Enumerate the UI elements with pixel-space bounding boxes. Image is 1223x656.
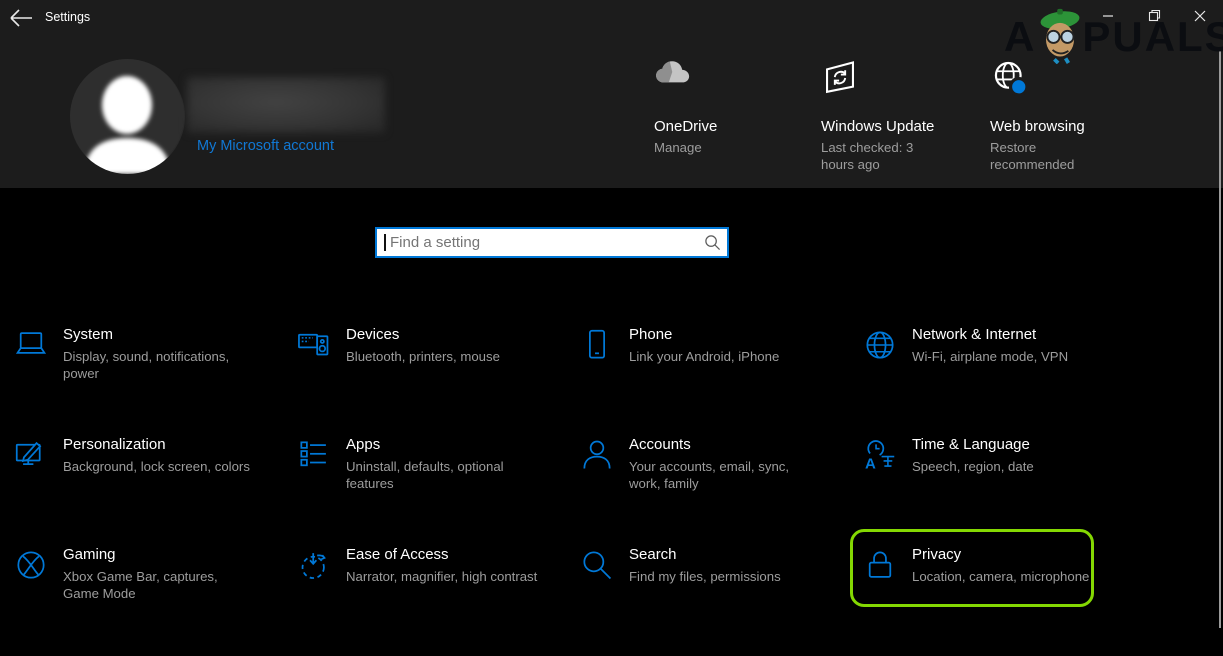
devices-icon [295, 326, 333, 364]
tile-title: Time & Language [912, 436, 1034, 454]
tile-personalization[interactable]: Personalization Background, lock screen,… [10, 436, 293, 546]
tile-title: Gaming [63, 546, 257, 564]
tile-subtitle: Link your Android, iPhone [629, 348, 779, 365]
user-avatar[interactable] [70, 59, 185, 174]
quick-item-web-browsing[interactable]: Web browsing Restore recommended [990, 58, 1150, 173]
onedrive-cloud-icon [654, 58, 814, 116]
search-input[interactable] [375, 227, 729, 258]
tile-subtitle: Background, lock screen, colors [63, 458, 250, 475]
tile-devices[interactable]: Devices Bluetooth, printers, mouse [293, 326, 576, 436]
quick-item-subtitle[interactable]: Manage [654, 140, 756, 157]
close-icon [1194, 10, 1206, 22]
accounts-person-icon [578, 436, 616, 474]
tile-system[interactable]: System Display, sound, notifications, po… [10, 326, 293, 436]
time-language-icon: A [861, 436, 899, 474]
tile-subtitle: Location, camera, microphone [912, 568, 1089, 585]
tile-subtitle: Find my files, permissions [629, 568, 781, 585]
xbox-icon [12, 546, 50, 584]
ease-of-access-icon [295, 546, 333, 584]
quick-item-title: Windows Update [821, 118, 981, 135]
minimize-button[interactable] [1085, 0, 1131, 31]
close-button[interactable] [1177, 0, 1223, 31]
tile-title: Network & Internet [912, 326, 1068, 344]
microsoft-account-link[interactable]: My Microsoft account [197, 138, 334, 154]
tile-phone[interactable]: Phone Link your Android, iPhone [576, 326, 859, 436]
tile-subtitle: Narrator, magnifier, high contrast [346, 568, 537, 585]
quick-item-windows-update[interactable]: Windows Update Last checked: 3 hours ago [821, 58, 981, 173]
tile-apps[interactable]: Apps Uninstall, defaults, optional featu… [293, 436, 576, 546]
quick-item-subtitle[interactable]: Last checked: 3 hours ago [821, 140, 923, 173]
quick-item-title: Web browsing [990, 118, 1150, 135]
tile-title: Apps [346, 436, 540, 454]
tile-title: Accounts [629, 436, 823, 454]
back-button[interactable] [8, 7, 38, 29]
back-arrow-icon [8, 7, 38, 29]
tile-subtitle: Bluetooth, printers, mouse [346, 348, 500, 365]
tile-privacy[interactable]: Privacy Location, camera, microphone [859, 546, 1142, 656]
windows-update-icon [821, 58, 981, 116]
web-browsing-globe-icon [990, 58, 1150, 116]
magnifier-icon [578, 546, 616, 584]
window-title: Settings [45, 10, 90, 24]
tile-subtitle: Xbox Game Bar, captures, Game Mode [63, 568, 257, 602]
tile-search[interactable]: Search Find my files, permissions [576, 546, 859, 656]
personalization-icon [12, 436, 50, 474]
tile-title: Search [629, 546, 781, 564]
phone-icon [578, 326, 616, 364]
tile-subtitle: Display, sound, notifications, power [63, 348, 257, 382]
settings-grid: System Display, sound, notifications, po… [10, 326, 1150, 656]
user-name-redacted [187, 77, 385, 133]
minimize-icon [1102, 10, 1114, 22]
tile-title: Personalization [63, 436, 250, 454]
mascot-icon [1032, 6, 1088, 64]
hero-banner: Settings A PUALS [0, 0, 1223, 188]
tile-time-language[interactable]: A Time & Language Speech, region, date [859, 436, 1142, 546]
restore-icon [1148, 9, 1161, 22]
scrollbar[interactable] [1219, 50, 1221, 628]
quick-item-title: OneDrive [654, 118, 814, 135]
tile-subtitle: Speech, region, date [912, 458, 1034, 475]
tile-accounts[interactable]: Accounts Your accounts, email, sync, wor… [576, 436, 859, 546]
search-box [375, 227, 729, 258]
tile-title: Ease of Access [346, 546, 537, 564]
apps-icon [295, 436, 333, 474]
tile-title: Privacy [912, 546, 1089, 564]
system-icon [12, 326, 50, 364]
search-icon[interactable] [704, 234, 721, 251]
window-controls [1085, 0, 1223, 31]
tile-gaming[interactable]: Gaming Xbox Game Bar, captures, Game Mod… [10, 546, 293, 656]
tile-title: Devices [346, 326, 500, 344]
svg-text:A: A [865, 455, 876, 472]
globe-icon [861, 326, 899, 364]
tile-subtitle: Your accounts, email, sync, work, family [629, 458, 823, 492]
tile-network-internet[interactable]: Network & Internet Wi-Fi, airplane mode,… [859, 326, 1142, 436]
tile-subtitle: Uninstall, defaults, optional features [346, 458, 540, 492]
text-caret [384, 234, 386, 251]
tile-title: System [63, 326, 257, 344]
tile-title: Phone [629, 326, 779, 344]
quick-item-onedrive[interactable]: OneDrive Manage [654, 58, 814, 157]
tile-subtitle: Wi-Fi, airplane mode, VPN [912, 348, 1068, 365]
restore-button[interactable] [1131, 0, 1177, 31]
lock-icon [861, 546, 899, 584]
tile-ease-of-access[interactable]: Ease of Access Narrator, magnifier, high… [293, 546, 576, 656]
quick-item-subtitle[interactable]: Restore recommended [990, 140, 1092, 173]
